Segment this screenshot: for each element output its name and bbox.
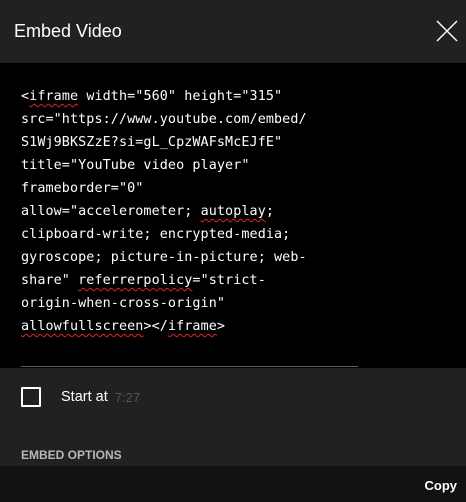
code-line: gyroscope; picture-in-picture; web- [21, 246, 381, 269]
code-fragment: share" [21, 273, 79, 288]
code-fragment: clipboard-write; encrypted-media; [21, 227, 291, 242]
start-at-label: Start at [61, 389, 108, 405]
embed-video-dialog: Embed Video <iframe width="560" height="… [0, 0, 466, 502]
code-fragment: allow="accelerometer; [21, 204, 201, 219]
spellcheck-flagged-word: autoplay [200, 204, 266, 219]
code-fragment: gyroscope; picture-in-picture; web- [21, 250, 307, 265]
code-fragment: ></ [143, 319, 168, 334]
textarea-underline [21, 366, 358, 367]
code-fragment: < [21, 89, 30, 104]
code-line: origin-when-cross-origin" [21, 292, 381, 315]
code-fragment: S1Wj9BKSZzE?si=gL_CpzWAFsMcEJfE" [21, 135, 283, 150]
code-fragment: ="strict- [192, 273, 266, 288]
embed-options-heading[interactable]: EMBED OPTIONS [21, 448, 122, 462]
dialog-header: Embed Video [0, 0, 466, 62]
code-fragment: width="560" height="315" [78, 89, 283, 104]
spellcheck-flagged-word: allowfullscreen [21, 319, 144, 334]
code-fragment: ; [265, 204, 275, 219]
copy-button[interactable]: Copy [425, 478, 458, 493]
code-fragment: > [216, 319, 226, 334]
dialog-title: Embed Video [14, 21, 122, 41]
start-at-time[interactable]: 7:27 [115, 390, 140, 405]
code-line: src="https://www.youtube.com/embed/ [21, 108, 381, 131]
code-fragment: src="https://www.youtube.com/embed/ [21, 112, 307, 127]
code-fragment: origin-when-cross-origin" [21, 296, 226, 311]
start-at-checkbox[interactable] [21, 387, 41, 407]
code-line: share" referrerpolicy="strict- [21, 269, 381, 292]
code-line: allowfullscreen></iframe> [21, 315, 381, 338]
code-line: <iframe width="560" height="315" [21, 85, 381, 108]
code-line: frameborder="0" [21, 177, 381, 200]
embed-code-text[interactable]: <iframe width="560" height="315" src="htt… [21, 85, 381, 338]
code-line: S1Wj9BKSZzE?si=gL_CpzWAFsMcEJfE" [21, 131, 381, 154]
code-fragment: title="YouTube video player" [21, 158, 250, 173]
embed-code-textarea[interactable]: <iframe width="560" height="315" src="htt… [0, 63, 466, 368]
code-line: allow="accelerometer; autoplay; [21, 200, 381, 223]
dialog-footer: Copy [0, 466, 466, 502]
code-fragment: frameborder="0" [21, 181, 144, 196]
spellcheck-flagged-word: iframe [167, 319, 217, 334]
start-at-row: Start at 7:27 [21, 386, 140, 408]
close-button[interactable] [434, 18, 460, 44]
spellcheck-flagged-word: iframe [29, 89, 79, 104]
spellcheck-flagged-word: referrerpolicy [78, 273, 193, 288]
code-line: title="YouTube video player" [21, 154, 381, 177]
close-icon [436, 20, 458, 42]
code-line: clipboard-write; encrypted-media; [21, 223, 381, 246]
